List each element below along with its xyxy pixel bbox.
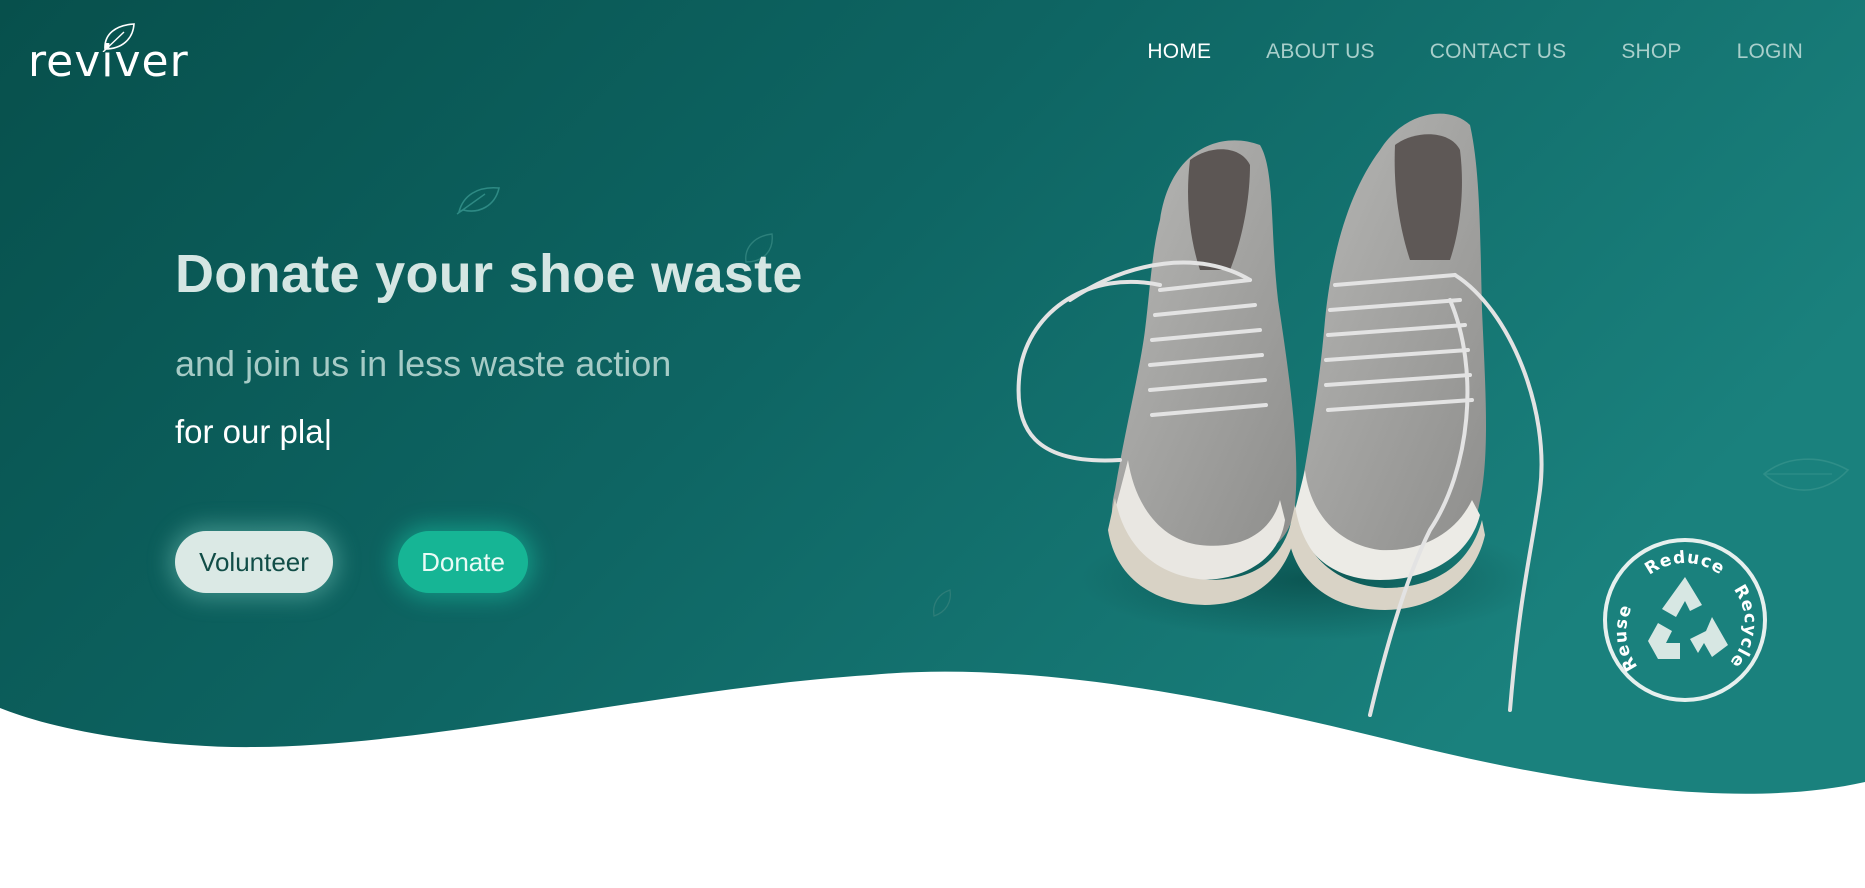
nav-login-link[interactable]: LOGIN: [1737, 40, 1803, 64]
nav-contact-us-link[interactable]: CONTACT US: [1430, 40, 1567, 64]
hero-headline: Donate your shoe waste: [175, 244, 803, 304]
brand-name: reviver: [28, 36, 189, 87]
badge-reduce-text: Reduce: [1641, 548, 1728, 580]
nav-shop-link[interactable]: SHOP: [1621, 40, 1681, 64]
donate-button[interactable]: Donate: [398, 531, 528, 593]
text-cursor: |: [323, 413, 333, 450]
hero-subline: and join us in less waste action: [175, 343, 672, 384]
volunteer-button[interactable]: Volunteer: [175, 531, 333, 593]
nav-about-us-link[interactable]: ABOUT US: [1266, 40, 1375, 64]
brand-logo[interactable]: reviver: [28, 22, 188, 92]
typed-text: for our pla: [175, 413, 324, 450]
leaf-decoration-icon: [456, 187, 500, 215]
hero-section: reviver HOME ABOUT US CONTACT US SHOP LO…: [0, 0, 1865, 888]
left-shoe: [1016, 140, 1297, 605]
badge-reuse-text: Reuse: [1611, 602, 1642, 675]
recycle-badge: Reduce Recycle Reuse: [1603, 538, 1767, 702]
typewriter-text: for our pla|: [175, 413, 332, 451]
leaf-decoration-icon: [932, 589, 952, 617]
nav-home-link[interactable]: HOME: [1147, 40, 1211, 64]
sneakers-illustration: [1016, 113, 1544, 717]
recycle-icon: [1648, 577, 1728, 659]
leaf-decoration-icon: [1762, 458, 1850, 491]
main-navigation: HOME ABOUT US CONTACT US SHOP LOGIN: [1147, 40, 1803, 64]
